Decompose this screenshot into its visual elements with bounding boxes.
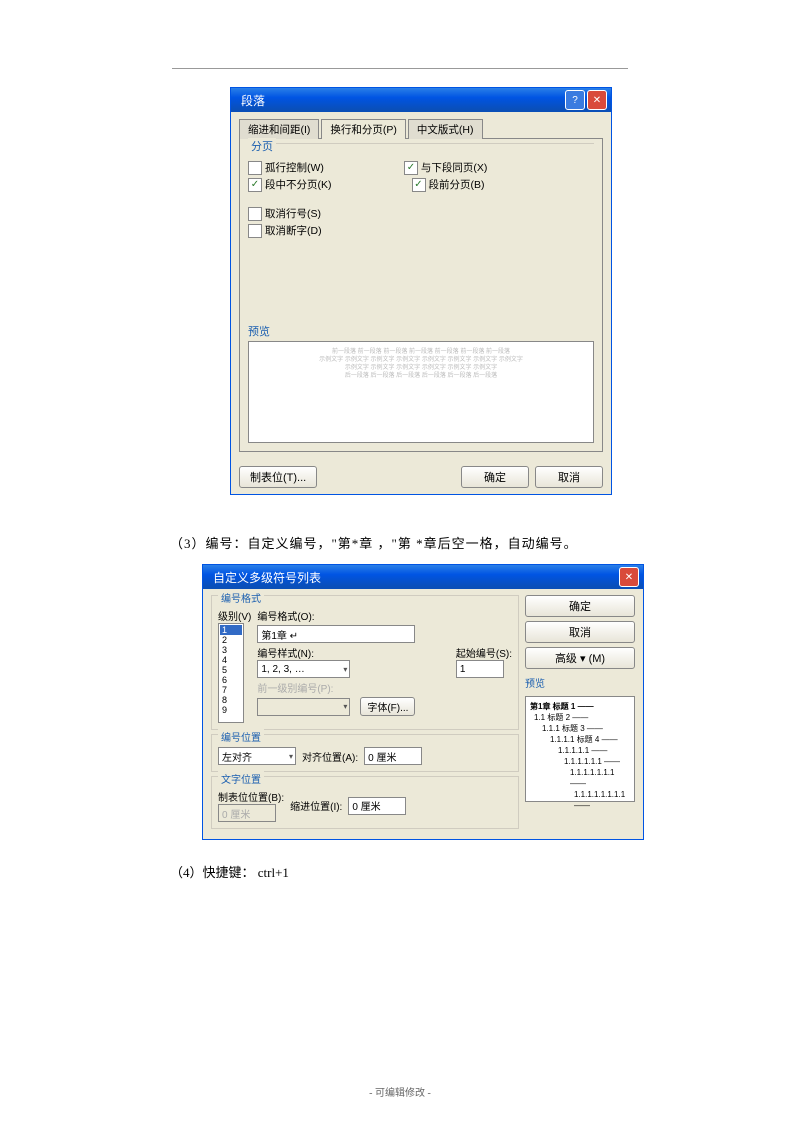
cb-orphan[interactable]: 孤行控制(W) — [248, 160, 324, 175]
group-pagination: 分页 — [248, 138, 276, 154]
start-spinner[interactable]: 1 — [456, 660, 504, 678]
group-numpos: 编号位置 — [218, 729, 264, 744]
cancel-button-2[interactable]: 取消 — [525, 621, 635, 643]
style-label: 编号样式(N): — [257, 649, 314, 660]
text-line-4: （4）快捷键： ctrl+1 — [170, 862, 630, 881]
preview2-label: 预览 — [525, 675, 635, 690]
cb-keepnext[interactable]: ✓与下段同页(X) — [404, 160, 488, 175]
titlebar: 段落 ? ✕ — [231, 88, 611, 112]
start-label: 起始编号(S): — [456, 649, 512, 660]
prev-level-label: 前一级别编号(P): — [257, 680, 512, 695]
divider — [172, 68, 628, 69]
fmt-label: 编号格式(O): — [257, 608, 512, 623]
preview-box: 前一段落 前一段落 前一段落 前一段落 前一段落 前一段落 前一段落 示例文字 … — [248, 341, 594, 443]
alignpos-spinner[interactable]: 0 厘米 — [364, 747, 422, 765]
cb-pagebreak[interactable]: ✓段前分页(B) — [412, 177, 485, 192]
cb-noline[interactable]: 取消行号(S) — [248, 206, 321, 221]
dialog2-title: 自定义多级符号列表 — [207, 569, 617, 586]
tab-indent[interactable]: 缩进和间距(I) — [239, 119, 319, 139]
close-icon[interactable]: ✕ — [587, 90, 607, 110]
ok-button[interactable]: 确定 — [461, 466, 529, 488]
help-icon[interactable]: ? — [565, 90, 585, 110]
tabpos-label: 制表位位置(B): — [218, 789, 284, 804]
tab-linebreak[interactable]: 换行和分页(P) — [321, 119, 406, 139]
alignpos-label: 对齐位置(A): — [302, 749, 358, 764]
preview-label: 预览 — [248, 323, 594, 339]
indentpos-label: 缩进位置(I): — [290, 798, 342, 813]
footer-text: - 可编辑修改 - — [0, 1084, 800, 1099]
advanced-button[interactable]: 高级 ▾ (M) — [525, 647, 635, 669]
group-format: 编号格式 — [218, 590, 264, 605]
dialog-title: 段落 — [235, 92, 563, 109]
align-dropdown[interactable]: 左对齐 — [218, 747, 296, 765]
tabpos-spinner: 0 厘米 — [218, 804, 276, 822]
fmt-input[interactable]: 第1章 ↵ — [257, 625, 415, 643]
style-dropdown[interactable]: 1, 2, 3, … — [257, 660, 350, 678]
tabstops-button[interactable]: 制表位(T)... — [239, 466, 317, 488]
prev-dropdown — [257, 698, 350, 716]
indentpos-spinner[interactable]: 0 厘米 — [348, 797, 406, 815]
cb-nohyph[interactable]: 取消断字(D) — [248, 223, 322, 238]
preview2-box: 第1章 标题 1 —— 1.1 标题 2 —— 1.1.1 标题 3 —— 1.… — [525, 696, 635, 802]
tab-chinese[interactable]: 中文版式(H) — [408, 119, 483, 139]
cancel-button[interactable]: 取消 — [535, 466, 603, 488]
paragraph-dialog: 段落 ? ✕ 缩进和间距(I) 换行和分页(P) 中文版式(H) 分页 孤行控制… — [230, 87, 612, 495]
level-list[interactable]: 1 2 3 4 5 6 7 8 9 — [218, 623, 244, 723]
close-icon-2[interactable]: ✕ — [619, 567, 639, 587]
cb-keeptogether[interactable]: ✓段中不分页(K) — [248, 177, 332, 192]
outline-dialog: 自定义多级符号列表 ✕ 编号格式 级别(V) 1 2 3 4 5 6 — [202, 564, 644, 840]
level-label: 级别(V) — [218, 608, 251, 623]
font-button[interactable]: 字体(F)... — [360, 697, 415, 716]
text-line-3: （3）编号：自定义编号，"第*章 ，"第 *章后空一格，自动编号。 — [170, 533, 630, 552]
ok-button-2[interactable]: 确定 — [525, 595, 635, 617]
group-textpos: 文字位置 — [218, 771, 264, 786]
titlebar-2: 自定义多级符号列表 ✕ — [203, 565, 643, 589]
